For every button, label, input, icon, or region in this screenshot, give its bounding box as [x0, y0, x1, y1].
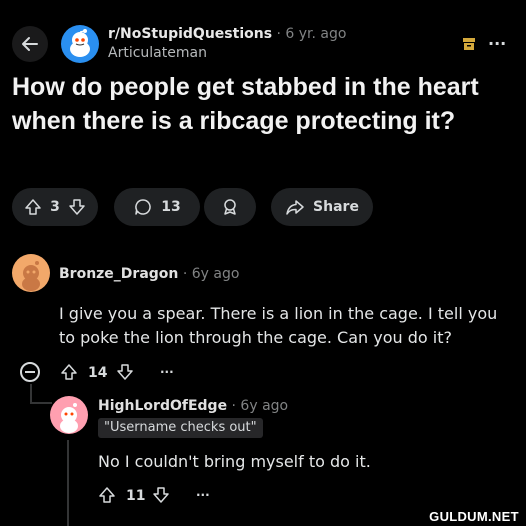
- upvote-icon[interactable]: [60, 363, 78, 381]
- downvote-icon[interactable]: [68, 198, 86, 216]
- upvote-icon[interactable]: [98, 486, 116, 504]
- comment-count: 13: [161, 199, 181, 215]
- comment-more-button[interactable]: ···: [160, 365, 174, 379]
- share-label: Share: [313, 199, 359, 215]
- share-button[interactable]: Share: [271, 188, 373, 226]
- downvote-icon[interactable]: [152, 486, 170, 504]
- comment-body: No I couldn't bring myself to do it.: [98, 452, 371, 471]
- snoo-icon: [70, 29, 90, 57]
- thread-line: [30, 384, 32, 404]
- post-author[interactable]: Articulateman: [108, 45, 207, 61]
- subreddit-name[interactable]: r/NoStupidQuestions · 6 yr. ago: [108, 26, 346, 42]
- comment-author[interactable]: HighLordOfEdge: [98, 398, 227, 414]
- snoo-avatar-icon: [60, 403, 78, 433]
- comment-body: I give you a spear. There is a lion in t…: [59, 304, 498, 347]
- thread-line-branch: [30, 402, 52, 404]
- comment-actions: 14 ···: [20, 362, 320, 386]
- share-icon: [286, 200, 304, 215]
- commenter-avatar[interactable]: [12, 254, 50, 292]
- post-title: How do people get stabbed in the heart w…: [12, 73, 479, 135]
- arrow-left-icon: [22, 37, 38, 51]
- snoo-avatar-icon: [22, 261, 40, 291]
- comment-more-button[interactable]: ···: [196, 488, 210, 502]
- more-options-button[interactable]: ···: [488, 34, 506, 53]
- upvote-icon[interactable]: [24, 198, 42, 216]
- comment-author[interactable]: Bronze_Dragon: [59, 266, 178, 282]
- comment-author-line: HighLordOfEdge · 6y ago: [98, 398, 289, 414]
- back-button[interactable]: [12, 26, 48, 62]
- comments-button[interactable]: 13: [114, 188, 200, 226]
- subreddit-label[interactable]: r/NoStupidQuestions: [108, 26, 272, 42]
- commenter-avatar[interactable]: [50, 396, 88, 434]
- comment-author-line: Bronze_Dragon · 6y ago: [59, 266, 240, 282]
- user-flair: "Username checks out": [98, 418, 263, 438]
- downvote-icon[interactable]: [116, 363, 134, 381]
- subreddit-avatar[interactable]: [61, 25, 99, 63]
- comment-vote-count: 14: [88, 365, 108, 381]
- post-vote-count: 3: [50, 199, 60, 215]
- comment-age: 6y ago: [191, 266, 240, 282]
- award-icon: [224, 199, 236, 215]
- watermark: GULDUM.NET: [422, 508, 526, 526]
- vote-pill: 3: [12, 188, 98, 226]
- separator: ·: [272, 26, 286, 42]
- mod-shield-icon[interactable]: [462, 37, 476, 51]
- post-header: r/NoStupidQuestions · 6 yr. ago Articula…: [0, 0, 526, 64]
- award-button[interactable]: [204, 188, 256, 226]
- collapse-thread-button[interactable]: [20, 362, 40, 382]
- comment-age: 6y ago: [240, 398, 289, 414]
- comment-vote-count: 11: [126, 488, 146, 504]
- comment-icon: [135, 199, 152, 215]
- thread-line-child: [67, 440, 69, 526]
- post-age: 6 yr. ago: [285, 26, 347, 42]
